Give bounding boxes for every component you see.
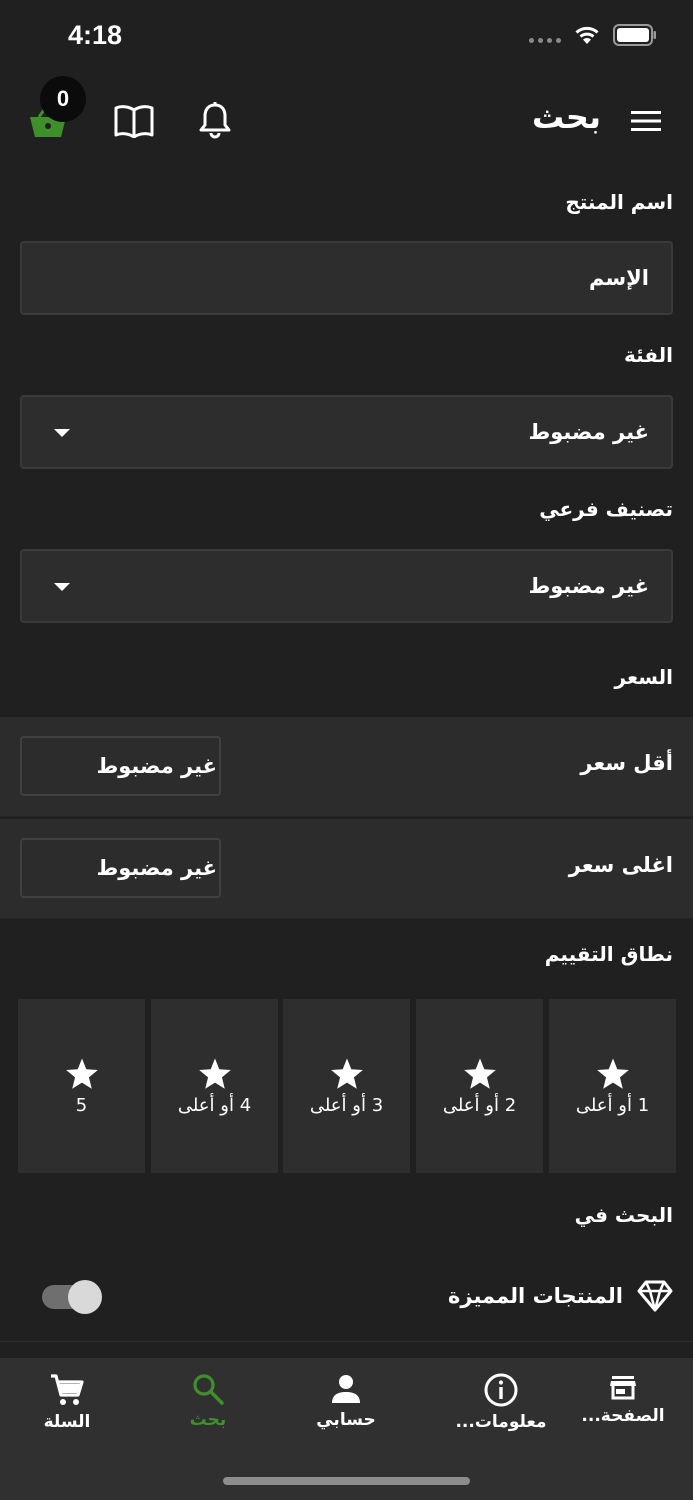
star-icon [198,1057,231,1089]
rating-option-3[interactable]: 3 أو أعلى [283,999,410,1173]
nav-cart-label: السلة [43,1412,91,1432]
price-label: السعر [614,665,673,689]
nav-search-label: بحث [189,1410,227,1430]
star-icon [596,1057,629,1089]
diamond-icon [637,1280,673,1312]
signal-icon [529,37,561,43]
nav-home[interactable]: الصفحة... [563,1372,683,1426]
min-price-value: غير مضبوط [96,754,217,778]
rating-option-text: 2 أو أعلى [442,1094,517,1116]
featured-products-row: المنتجات المميزة [448,1280,673,1312]
star-icon [65,1057,98,1089]
star-icon [330,1057,363,1089]
max-price-row: اغلى سعر غير مضبوط [0,819,693,919]
search-in-label: البحث في [574,1203,673,1227]
rating-option-text: 3 أو أعلى [309,1094,384,1116]
bell-icon [199,102,231,139]
home-indicator [223,1477,470,1485]
product-name-label: اسم المنتج [565,190,673,214]
subcategory-select[interactable]: غير مضبوط [20,549,673,623]
catalog-button[interactable] [114,102,154,140]
rating-option-2[interactable]: 2 أو أعلى [416,999,543,1173]
nav-search[interactable]: بحث [148,1372,268,1430]
hamburger-menu-icon [631,111,661,131]
rating-option-1[interactable]: 1 أو أعلى [549,999,676,1173]
nav-account[interactable]: حسابي [286,1372,406,1430]
nav-info-label: معلومات... [455,1412,547,1432]
nav-home-label: الصفحة... [581,1406,665,1426]
info-icon [484,1373,518,1407]
cart-count-badge: 0 [40,76,86,122]
divider [0,1341,693,1342]
book-icon [114,105,154,138]
dropdown-arrow-icon [54,429,70,437]
wifi-icon [575,26,599,44]
subcategory-label: تصنيف فرعي [539,497,673,521]
battery-icon [613,24,656,46]
featured-products-label: المنتجات المميزة [447,1284,623,1308]
product-name-input[interactable]: الإسم [20,241,673,315]
max-price-input[interactable]: غير مضبوط [20,838,221,898]
max-price-value: غير مضبوط [96,856,217,880]
min-price-label: أقل سعر [580,751,673,775]
page-title: بحث [532,98,601,136]
product-name-placeholder: الإسم [589,266,649,290]
category-label: الفئة [623,343,673,367]
category-value: غير مضبوط [528,420,649,444]
subcategory-value: غير مضبوط [528,574,649,598]
nav-account-label: حسابي [316,1410,376,1430]
search-icon [193,1374,224,1405]
toggle-knob [68,1280,102,1314]
person-icon [332,1375,360,1403]
notifications-button[interactable] [198,100,232,140]
nav-info[interactable]: معلومات... [441,1372,561,1432]
status-icons [529,24,657,46]
status-time: 4:18 [68,20,123,50]
rating-option-text: 5 [75,1094,88,1116]
star-icon [463,1057,496,1089]
dropdown-arrow-icon [54,583,70,591]
max-price-label: اغلى سعر [568,853,673,877]
rating-option-text: 4 أو أعلى [177,1094,252,1116]
nav-cart[interactable]: السلة [7,1372,127,1432]
rating-range-label: نطاق التقييم [544,942,673,966]
rating-option-text: 1 أو أعلى [575,1094,650,1116]
category-select[interactable]: غير مضبوط [20,395,673,469]
rating-option-5[interactable]: 5 [18,999,145,1173]
min-price-row: أقل سعر غير مضبوط [0,717,693,817]
min-price-input[interactable]: غير مضبوط [20,736,221,796]
store-icon [610,1376,636,1400]
cart-icon [51,1374,84,1405]
menu-button[interactable] [628,106,664,136]
rating-option-4[interactable]: 4 أو أعلى [151,999,278,1173]
